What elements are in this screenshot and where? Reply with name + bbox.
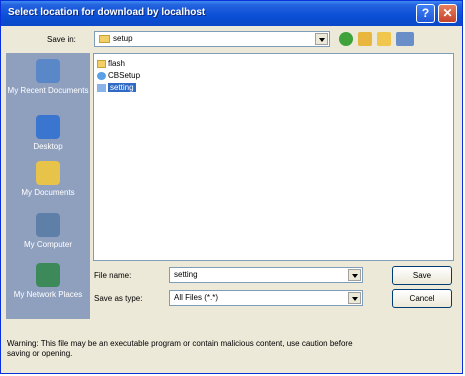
views-menu-icon[interactable] [396,32,414,46]
file-name-value: setting [174,270,198,279]
place-desktop[interactable]: Desktop [6,115,90,151]
place-network[interactable]: My Network Places [6,263,90,299]
place-label: My Recent Documents [7,86,89,95]
chevron-down-icon[interactable] [315,33,328,45]
chevron-down-icon[interactable] [348,269,361,281]
place-my-computer[interactable]: My Computer [6,213,90,249]
warning-text: Warning: This file may be an executable … [7,339,353,358]
back-icon[interactable] [339,32,353,46]
place-label: My Documents [21,188,75,197]
list-item[interactable]: setting [97,82,136,93]
file-name-label: File name: [94,271,132,280]
file-name-input[interactable]: setting [169,267,363,283]
desktop-icon [36,115,60,139]
up-folder-icon[interactable] [358,32,372,46]
my-computer-icon [36,213,60,237]
close-button[interactable]: ✕ [438,4,457,23]
place-label: My Network Places [13,290,83,299]
my-documents-icon [36,161,60,185]
list-item[interactable]: flash [97,58,125,69]
help-button[interactable]: ? [416,4,435,23]
place-label: My Computer [23,240,72,249]
place-recent-documents[interactable]: My Recent Documents [6,59,90,95]
places-bar: My Recent Documents Desktop My Documents… [6,53,90,319]
cancel-button[interactable]: Cancel [392,289,452,308]
save-as-type-label: Save as type: [94,294,143,303]
save-in-value: setup [113,34,133,43]
chevron-down-icon[interactable] [348,292,361,304]
file-list[interactable]: flash CBSetup setting [93,53,454,261]
save-in-label: Save in: [47,35,76,44]
file-icon [97,83,106,92]
network-places-icon [36,263,60,287]
save-as-type-dropdown[interactable]: All Files (*.*) [169,290,363,306]
save-as-type-value: All Files (*.*) [174,293,219,302]
title-bar[interactable]: Select location for download by localhos… [1,1,462,26]
recent-documents-icon [36,59,60,83]
save-dialog: Select location for download by localhos… [0,0,463,374]
place-my-documents[interactable]: My Documents [6,161,90,197]
place-label: Desktop [33,142,63,151]
list-item[interactable]: CBSetup [97,70,140,81]
program-icon [97,71,106,80]
folder-icon [99,34,110,43]
new-folder-icon[interactable] [377,32,391,46]
save-in-dropdown[interactable]: setup [94,31,330,47]
save-button[interactable]: Save [392,266,452,285]
window-title: Select location for download by localhos… [8,7,206,18]
folder-icon [97,59,106,68]
